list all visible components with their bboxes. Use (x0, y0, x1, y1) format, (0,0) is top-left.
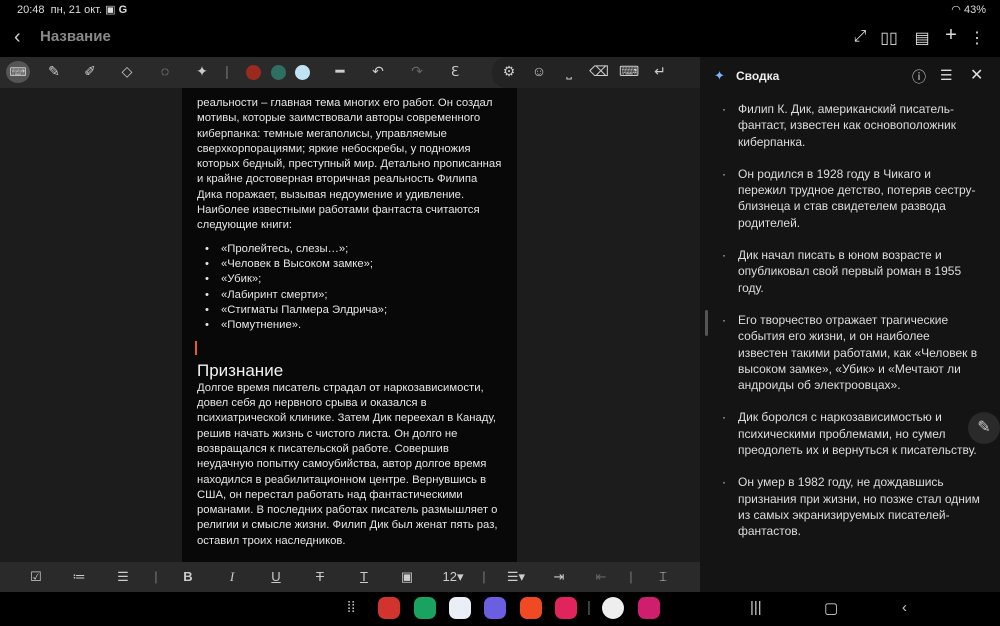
list-item: «Убик»; (205, 272, 502, 287)
text-color-icon[interactable]: T (353, 569, 375, 584)
undo-icon[interactable]: ↶ (368, 63, 388, 80)
gallery-icon: ▣ (105, 4, 116, 16)
paragraph: Долгое время писатель страдал от наркоза… (197, 381, 498, 547)
status-time-date: 20:48 пн, 21 окт. ▣ G (17, 3, 127, 16)
more-icon[interactable]: ⋮ (967, 28, 987, 48)
summary-header: ✦ Сводка ⓘ ☰ ✕ (700, 57, 1000, 95)
format-toolbar: ☑ ≔ ☰ | B I U T T ▣ 12▾ | ☰▾ ⇥ ⇤ | ⌶ (0, 562, 700, 592)
space-icon[interactable]: ⎵ (559, 63, 579, 80)
pen-icon[interactable]: ✎ (44, 63, 64, 80)
date: пн, 21 окт. (50, 4, 103, 16)
align-icon[interactable]: ☰▾ (505, 569, 527, 585)
app-messages-icon[interactable] (449, 597, 471, 619)
summary-item: Он умер в 1982 году, не дождавшись призн… (722, 474, 982, 539)
add-icon[interactable]: + (941, 24, 961, 47)
navigation-bar: ⁞⁞ | ||| ▢ ‹ (0, 592, 1000, 626)
book-list: «Пролейтесь, слезы…»; «Человек в Высоком… (205, 242, 502, 334)
settings-icon[interactable]: ⚙ (499, 63, 519, 80)
stroke-width-icon[interactable]: ━ (330, 63, 350, 80)
color-teal[interactable] (271, 65, 286, 80)
strikethrough-icon[interactable]: T (309, 569, 331, 584)
app-internet-icon[interactable] (484, 597, 506, 619)
info-icon[interactable]: ⓘ (912, 67, 926, 87)
divider: | (587, 599, 591, 616)
battery-level: 43% (963, 4, 986, 16)
checkbox-icon[interactable]: ☑ (25, 569, 47, 585)
note-title[interactable]: Название (40, 28, 111, 45)
paragraph: реальности – главная тема многих его раб… (197, 97, 502, 232)
note-page[interactable]: реальности – главная тема многих его раб… (182, 88, 517, 562)
app-phone-icon[interactable] (414, 597, 436, 619)
backspace-icon[interactable]: ⌫ (589, 63, 609, 80)
list-item: «Пролейтесь, слезы…»; (205, 242, 502, 257)
pages-icon[interactable]: ▤ (912, 28, 932, 48)
list-item: «Лабиринт смерти»; (205, 288, 502, 303)
back-icon[interactable]: ‹ (14, 26, 21, 49)
app-camera-icon[interactable] (555, 597, 577, 619)
color-red[interactable] (246, 65, 261, 80)
enter-icon[interactable]: ↵ (650, 63, 670, 80)
status-right: ◠ 43% (951, 3, 986, 16)
font-size-value: 12 (442, 569, 457, 584)
app-chrome-icon[interactable] (602, 597, 624, 619)
divider: | (629, 569, 633, 584)
app-yandex-icon[interactable] (520, 597, 542, 619)
list-item: «Человек в Высоком замке»; (205, 257, 502, 272)
italic-icon[interactable]: I (221, 569, 243, 585)
app-notes-icon[interactable] (378, 597, 400, 619)
format-options-icon[interactable]: ☰ (940, 67, 953, 84)
font-size-select[interactable]: 12▾ (438, 569, 468, 585)
summary-item: Филип К. Дик, американский писатель-фант… (722, 101, 982, 150)
wifi-icon: ◠ (951, 4, 961, 16)
panel-resize-handle[interactable] (705, 310, 708, 336)
summary-panel: ✦ Сводка ⓘ ☰ ✕ Филип К. Дик, американски… (700, 57, 1000, 592)
highlighter-icon[interactable]: ✐ (80, 63, 100, 80)
lasso-icon[interactable]: ◌ (155, 63, 175, 79)
app-gallery-icon[interactable] (638, 597, 660, 619)
summary-item: Его творчество отражает трагические собы… (722, 312, 982, 393)
outdent-icon[interactable]: ⇤ (590, 569, 612, 585)
section-heading: Признание (197, 361, 284, 381)
ai-sparkle-icon[interactable]: ✦ (192, 63, 212, 80)
text-cursor (195, 341, 197, 356)
keyboard-icon[interactable]: ⌨ (619, 63, 639, 80)
keyboard-toolbar: ⚙ ☺ ⎵ ⌫ ⌨ ↵ (492, 57, 700, 88)
color-light-blue[interactable] (295, 65, 310, 80)
divider: | (154, 569, 158, 584)
google-icon: G (118, 4, 128, 16)
app-header: ‹ Название ⤢ ▯▯ ▤ + ⋮ (0, 20, 1000, 57)
emoji-icon[interactable]: ☺ (529, 63, 549, 79)
bullet-list-icon[interactable]: ☰ (112, 569, 134, 585)
list-item: «Помутнение». (205, 318, 502, 333)
text-box-icon[interactable]: ⌶ (652, 569, 674, 585)
keyboard-mode-icon[interactable]: ⌨ (6, 61, 30, 83)
summary-item: Дик начал писать в юном возрасте и опубл… (722, 247, 982, 296)
clock: 20:48 (17, 4, 45, 16)
bold-icon[interactable]: B (177, 569, 199, 584)
underline-icon[interactable]: U (265, 569, 287, 584)
divider: | (225, 63, 229, 79)
home-button[interactable]: ▢ (824, 599, 838, 617)
recents-button[interactable]: ||| (750, 599, 762, 616)
divider: | (482, 569, 486, 584)
ai-sparkle-icon: ✦ (714, 68, 725, 83)
list-item: «Стигматы Палмера Элдрича»; (205, 303, 502, 318)
app-drawer-icon[interactable]: ⁞⁞ (347, 599, 355, 616)
close-icon[interactable]: ✕ (970, 65, 983, 85)
summary-item: Дик боролся с наркозависимостью и психич… (722, 409, 982, 458)
eraser-icon[interactable]: ◇ (117, 63, 137, 80)
summary-item: Он родился в 1928 году в Чикаго и пережи… (722, 166, 982, 231)
book-view-icon[interactable]: ▯▯ (879, 28, 899, 48)
expand-icon[interactable]: ⤢ (850, 28, 870, 46)
summary-title: Сводка (736, 69, 780, 83)
redo-icon[interactable]: ↷ (407, 63, 427, 80)
summary-list: Филип К. Дик, американский писатель-фант… (722, 101, 982, 556)
status-bar: 20:48 пн, 21 окт. ▣ G ◠ 43% (0, 0, 1000, 20)
edit-pen-button[interactable]: ✎ (968, 412, 1000, 444)
highlight-color-icon[interactable]: ▣ (396, 569, 418, 585)
indent-icon[interactable]: ⇥ (548, 569, 570, 585)
numbered-list-icon[interactable]: ≔ (68, 569, 90, 585)
back-button[interactable]: ‹ (902, 599, 907, 616)
handwriting-icon[interactable]: Ꜫ (445, 63, 465, 80)
